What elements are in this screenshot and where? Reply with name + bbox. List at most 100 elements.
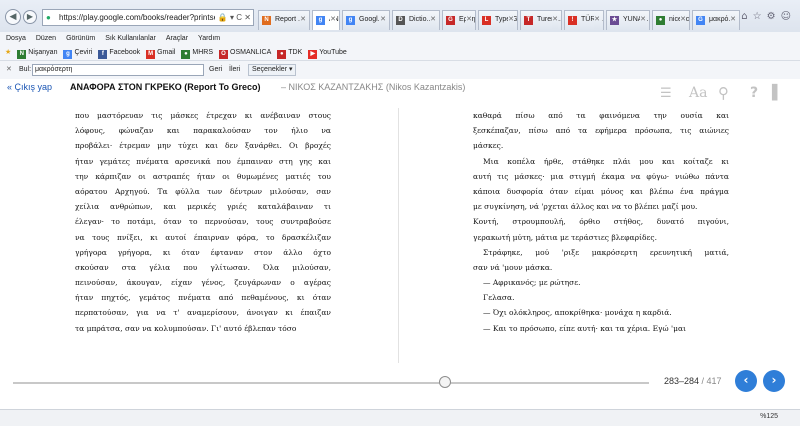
tab-favicon-icon: G <box>446 16 455 25</box>
favorite-item[interactable]: O OSMANLICA <box>219 45 271 61</box>
tab-7[interactable]: T Turen... ✕ <box>520 10 562 30</box>
favorite-label: YouTube <box>319 49 347 56</box>
favorite-item[interactable]: ● MHRS <box>181 45 213 61</box>
text-line: έλεγαν· το ποτάμι, όταν το περνούσαν, το… <box>75 217 331 227</box>
text-line: ήταν γεμάτες πνέματα αρσενικά που έμπαιν… <box>75 156 331 166</box>
tab-3[interactable]: g Googl... ✕ <box>342 10 390 30</box>
previous-page-button[interactable]: ‹ <box>735 370 757 392</box>
book-title: ΑΝΑΦΟΡΑ ΣΤΟΝ ΓΚΡΕΚΟ (Report To Greco) <box>70 82 261 92</box>
reader-tools: ☰ Aa ⚲ ? ▌ <box>660 84 792 103</box>
menu-item[interactable]: Araçlar <box>166 35 188 42</box>
tab-close-icon[interactable]: ✕ <box>680 11 686 29</box>
menu-bar: Dosya Düzen Görünüm Sık Kullanılanlar Araçla… <box>0 32 800 45</box>
favorite-icon: ▶ <box>308 50 318 59</box>
favorite-label: Nişanyan <box>28 49 58 56</box>
text-line: χείλια ανθρώπων, και μερικές γριές καταλ… <box>75 202 331 212</box>
tab-close-icon[interactable]: ✕ <box>300 11 306 29</box>
tab-close-icon[interactable]: ✕ <box>330 11 336 29</box>
address-text: https://play.google.com/books/reader?pri… <box>59 13 232 22</box>
tab-4[interactable]: D Dictio... ✕ <box>392 10 440 30</box>
favorite-icon: ● <box>277 50 287 59</box>
navigation-bar: ◀ ▶ ● https://play.google.com/books/read… <box>0 0 800 32</box>
page-scrubber[interactable] <box>13 382 649 384</box>
tab-9[interactable]: ★ YUNA... ✕ <box>606 10 650 30</box>
tab-favicon-icon: G <box>696 16 705 25</box>
tab-11[interactable]: Gμακρό... ✕ <box>692 10 740 30</box>
find-prev-button[interactable]: Geri <box>209 61 222 79</box>
status-bar: %125 <box>0 409 800 426</box>
tab-favicon-icon: ● <box>656 16 665 25</box>
find-input[interactable]: μακρόσερτη <box>32 64 204 76</box>
menu-item[interactable]: Dosya <box>6 35 26 42</box>
favorite-label: TDK <box>288 49 303 56</box>
text-line: την κάρπιζαν οι αστραπές ήταν οι θυμωμέν… <box>75 171 331 181</box>
menu-item[interactable]: Düzen <box>36 35 56 42</box>
text-line: μάσκες. <box>473 141 504 151</box>
next-page-button[interactable]: › <box>763 370 785 392</box>
tab-favicon-icon: T <box>524 16 533 25</box>
tab-close-icon[interactable]: ✕ <box>430 11 436 29</box>
favorite-item[interactable]: g Çeviri <box>63 45 92 61</box>
toolbar-icons[interactable]: ⌂☆⚙☺ <box>741 11 796 22</box>
book-reader: « Çıkış yap ΑΝΑΦΟΡΑ ΣΤΟΝ ΓΚΡΕΚΟ (Report … <box>0 79 800 409</box>
left-page: που μαστόρευαν τις μάσκες έτρεχαν κι ανέ… <box>75 108 331 336</box>
tab-1[interactable]: N Report ... ✕ <box>258 10 310 30</box>
address-actions-icon[interactable]: 🔒 ▾ C ✕ <box>214 10 251 25</box>
favorite-icon: N <box>17 50 27 59</box>
tab-close-icon[interactable]: ✕ <box>552 11 558 29</box>
page-range: 283–284 <box>664 376 700 386</box>
help-icon[interactable]: ? <box>750 85 758 101</box>
tab-close-icon[interactable]: ✕ <box>594 11 600 29</box>
text-line: αόρατου Αρχηγού. Τα φύλλα των δέντρων μι… <box>75 186 331 196</box>
find-bar: ✕ Bul: μακρόσερτη Geri İleri Seçenekler … <box>0 61 800 79</box>
exit-link[interactable]: « Çıkış yap <box>7 82 52 92</box>
favorite-label: Çeviri <box>74 49 93 56</box>
text-line: — Και το πρόσωπο, είπε αυτή· και τα χέρι… <box>483 323 686 333</box>
favorite-item[interactable]: ● TDK <box>277 45 302 61</box>
tab-favicon-icon: g <box>316 16 325 25</box>
favorite-item[interactable]: N Nişanyan <box>17 45 57 61</box>
favorites-star-icon[interactable]: ★ <box>5 45 11 61</box>
back-icon[interactable]: ◀ <box>5 9 21 25</box>
tab-10[interactable]: ●nice, c...✕ <box>652 10 690 30</box>
tab-2[interactable]: gAN...✕ <box>312 10 340 30</box>
contents-icon[interactable]: ☰ <box>660 87 672 100</box>
bookmark-icon[interactable]: ▌ <box>772 85 783 101</box>
text-line: καθαρά πίσω από τα φαινόμενα την ουσία κ… <box>473 111 729 120</box>
text-line: ξεσκέπαζαν, πίσω από τα εφήμερα πρόσωπα,… <box>473 126 729 136</box>
address-bar[interactable]: ● https://play.google.com/books/reader?p… <box>42 9 254 26</box>
text-line: γρήγορα γρήγορα, κι όταν έφταναν στον άλ… <box>75 247 331 257</box>
menu-item[interactable]: Sık Kullanılanlar <box>105 35 156 42</box>
search-icon[interactable]: ⚲ <box>718 84 729 102</box>
tab-6[interactable]: L Type G...✕ <box>478 10 518 30</box>
tab-8[interactable]: ! TÜRK ...✕ <box>564 10 604 30</box>
find-next-button[interactable]: İleri <box>229 61 240 79</box>
page-total: / 417 <box>699 376 722 386</box>
tab-close-icon[interactable]: ✕ <box>730 11 736 29</box>
zoom-level[interactable]: %125 <box>760 413 778 420</box>
browser-chrome: ◀ ▶ ● https://play.google.com/books/read… <box>0 0 800 79</box>
tab-favicon-icon: L <box>482 16 491 25</box>
find-options-button[interactable]: Seçenekler ▾ <box>248 64 297 76</box>
forward-icon[interactable]: ▶ <box>23 10 37 24</box>
menu-item[interactable]: Görünüm <box>66 35 95 42</box>
tab-close-icon[interactable]: ✕ <box>466 11 472 29</box>
tab-close-icon[interactable]: ✕ <box>508 11 514 29</box>
display-options-icon[interactable]: Aa <box>689 85 707 101</box>
tab-label: Dictio... <box>409 16 433 23</box>
favorite-icon: g <box>63 50 73 59</box>
text-line: — Όχι ολόκληρος, αποκρίθηκα· μονάχα η κα… <box>483 308 672 318</box>
favorite-item[interactable]: ▶ YouTube <box>308 45 347 61</box>
close-find-icon[interactable]: ✕ <box>6 61 12 79</box>
menu-item[interactable]: Yardım <box>198 35 220 42</box>
favorite-icon: ● <box>181 50 191 59</box>
favorite-label: Gmail <box>157 49 176 56</box>
tab-5[interactable]: GΕρμην...✕ <box>442 10 476 30</box>
text-line: σκούσαν στα γέλια που γλίτωσαν. Όλα μιλο… <box>75 262 331 272</box>
favorite-item[interactable]: M Gmail <box>146 45 175 61</box>
tab-close-icon[interactable]: ✕ <box>640 11 646 29</box>
scrubber-handle[interactable] <box>439 376 452 388</box>
favorite-item[interactable]: f Facebook <box>98 45 140 61</box>
tab-close-icon[interactable]: ✕ <box>380 11 386 29</box>
text-line: αυτή τις μάσκες· μια στιγμή έκαμα να φύγ… <box>473 171 729 181</box>
